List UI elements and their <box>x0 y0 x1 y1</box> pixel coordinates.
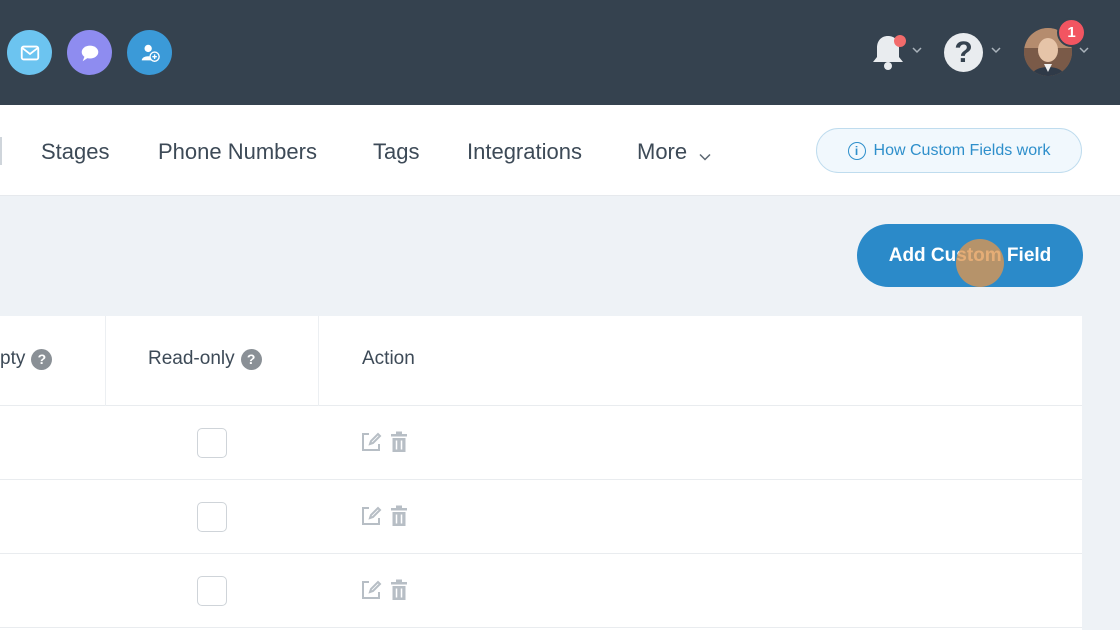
info-icon: i <box>847 141 866 160</box>
column-header-label: Read-only <box>148 348 235 369</box>
chat-icon[interactable] <box>67 30 112 75</box>
edit-icon[interactable] <box>360 431 382 453</box>
column-divider <box>105 316 106 406</box>
table-row <box>0 554 1082 628</box>
column-header-label: pty <box>0 348 26 369</box>
help-icon[interactable]: ? <box>31 348 53 370</box>
help-icon[interactable]: ? <box>944 33 983 72</box>
column-divider <box>318 316 319 406</box>
table-row <box>0 406 1082 480</box>
notification-dot <box>894 35 906 47</box>
notification-badge: 1 <box>1057 18 1086 47</box>
read-only-checkbox[interactable] <box>197 502 227 532</box>
read-only-checkbox[interactable] <box>197 428 227 458</box>
column-header-read-only: Read-only ? <box>148 346 262 372</box>
read-only-checkbox[interactable] <box>197 576 227 606</box>
nav-item-integrations[interactable]: Integrations <box>467 137 582 167</box>
chevron-down-icon[interactable] <box>991 46 1001 54</box>
column-header-empty: pty ? <box>0 346 53 372</box>
edit-icon[interactable] <box>360 579 382 601</box>
column-header-label: Action <box>362 348 415 369</box>
help-icon[interactable]: ? <box>240 348 262 370</box>
nav-item-more[interactable]: More <box>637 137 687 167</box>
column-header-action: Action <box>362 346 415 372</box>
chevron-down-icon[interactable] <box>912 46 922 54</box>
trash-icon[interactable] <box>390 431 408 453</box>
add-custom-field-button[interactable]: Add Custom Field <box>857 224 1083 287</box>
nav-item-tags[interactable]: Tags <box>373 137 419 167</box>
nav-divider <box>0 137 2 165</box>
nav-item-stages[interactable]: Stages <box>41 137 110 167</box>
table-header: pty ? Read-only ? Action <box>0 316 1082 406</box>
nav-item-phone-numbers[interactable]: Phone Numbers <box>158 137 317 167</box>
table-row <box>0 480 1082 554</box>
edit-icon[interactable] <box>360 505 382 527</box>
help-glyph: ? <box>954 35 973 69</box>
custom-fields-table: pty ? Read-only ? Action <box>0 316 1082 630</box>
chevron-down-icon[interactable] <box>1079 46 1089 54</box>
add-user-icon[interactable] <box>127 30 172 75</box>
how-custom-fields-work-label: How Custom Fields work <box>873 141 1051 159</box>
chevron-down-icon[interactable] <box>699 148 711 161</box>
trash-icon[interactable] <box>390 579 408 601</box>
add-custom-field-label: Add Custom Field <box>888 244 1052 266</box>
how-custom-fields-work-link[interactable]: i How Custom Fields work <box>816 128 1082 173</box>
trash-icon[interactable] <box>390 505 408 527</box>
mail-icon[interactable] <box>7 30 52 75</box>
